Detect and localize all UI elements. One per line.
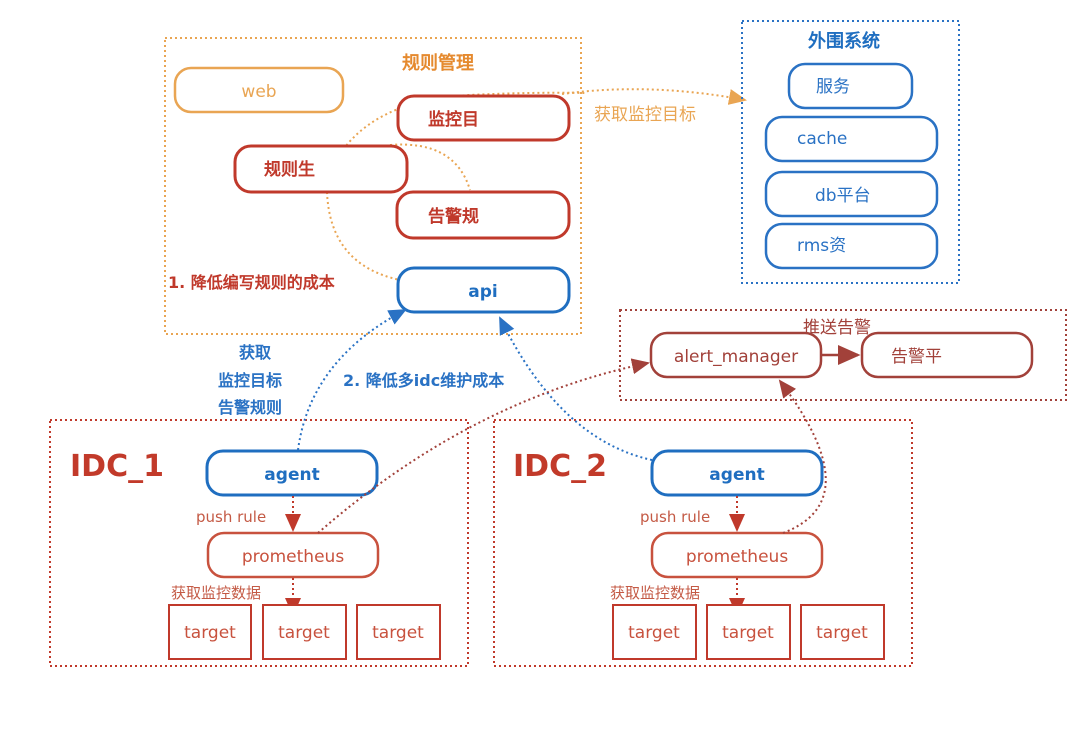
idc2-fetch-label: 获取监控数据 <box>610 584 700 602</box>
svg-text:agent: agent <box>709 465 764 485</box>
svg-text:db平台: db平台 <box>815 186 871 206</box>
idc2-target-2[interactable]: target <box>706 604 791 660</box>
monitor-target-label: 监控目 <box>428 109 479 130</box>
alert-platform-label: 告警平 <box>891 347 942 367</box>
svg-text:target: target <box>278 623 330 643</box>
idc1-target-2[interactable]: target <box>262 604 347 660</box>
idc2-prometheus-node[interactable]: prometheus <box>650 531 824 579</box>
svg-text:服务: 服务 <box>816 77 850 97</box>
rule-gen-label: 规则生 <box>264 159 315 180</box>
svg-text:prometheus: prometheus <box>686 547 789 567</box>
svg-text:target: target <box>184 623 236 643</box>
alert-rule-node[interactable]: 告警规 <box>395 190 571 240</box>
idc1-title: IDC_1 <box>70 449 164 484</box>
idc1-target-3[interactable]: target <box>356 604 441 660</box>
svg-text:agent: agent <box>264 465 319 485</box>
svg-text:cache: cache <box>797 129 847 149</box>
idc1-push-rule-label: push rule <box>196 508 266 526</box>
architecture-diagram: 规则管理 web 监控目 规则生 告警规 api 1. 降低编写规则的成本 获取… <box>49 20 1067 667</box>
web-node[interactable]: web <box>173 66 345 114</box>
svg-text:target: target <box>722 623 774 643</box>
idc2-agent-node[interactable]: agent <box>650 449 824 497</box>
svg-text:prometheus: prometheus <box>242 547 345 567</box>
idc1-target-1[interactable]: target <box>168 604 252 660</box>
rule-management-title: 规则管理 <box>402 52 474 74</box>
external-item-db-platform[interactable]: db平台 <box>764 170 939 218</box>
arrow-fetch-targets <box>561 88 747 105</box>
idc1-agent-node[interactable]: agent <box>205 449 379 497</box>
idc2-target-3[interactable]: target <box>800 604 885 660</box>
alert-platform-node[interactable]: 告警平 <box>860 331 1034 379</box>
monitor-target-node[interactable]: 监控目 <box>396 94 571 142</box>
idc2-push-rule-label: push rule <box>640 508 710 526</box>
external-item-service[interactable]: 服务 <box>787 62 914 110</box>
alert-push-group: 推送告警 alert_manager 告警平 <box>619 309 1067 401</box>
external-systems-title: 外围系统 <box>808 30 880 52</box>
external-item-cache[interactable]: cache <box>764 115 939 163</box>
idc2-target-1[interactable]: target <box>612 604 697 660</box>
alert-manager-label: alert_manager <box>674 347 798 367</box>
agent-fetch-line1: 获取 <box>239 343 271 362</box>
idc1-group: IDC_1 agent push rule prometheus 获取监控数据 … <box>49 419 469 667</box>
idc1-prometheus-node[interactable]: prometheus <box>206 531 380 579</box>
agent-fetch-line3: 告警规则 <box>218 398 282 417</box>
idc1-fetch-label: 获取监控数据 <box>171 584 261 602</box>
svg-text:target: target <box>372 623 424 643</box>
fetch-targets-label: 获取监控目标 <box>594 105 696 125</box>
note-reduce-rule-cost: 1. 降低编写规则的成本 <box>168 273 335 292</box>
alert-rule-label: 告警规 <box>428 206 479 227</box>
svg-text:target: target <box>816 623 868 643</box>
svg-text:target: target <box>628 623 680 643</box>
external-systems-group: 外围系统 服务 cache db平台 rms资 <box>741 20 960 284</box>
api-node[interactable]: api <box>396 266 571 314</box>
svg-text:rms资: rms资 <box>797 236 846 256</box>
external-item-rms[interactable]: rms资 <box>764 222 939 270</box>
idc2-title: IDC_2 <box>513 449 607 484</box>
api-label: api <box>468 282 497 302</box>
agent-fetch-line2: 监控目标 <box>218 371 282 390</box>
rule-gen-node[interactable]: 规则生 <box>233 144 409 194</box>
alert-manager-node[interactable]: alert_manager <box>649 331 823 379</box>
arrow-idc2-agent-to-api <box>499 316 653 461</box>
rule-management-group: 规则管理 web 监控目 规则生 告警规 api 1. 降低编写规则的成本 <box>164 37 586 335</box>
web-label: web <box>241 82 276 102</box>
connector-rulegen-api <box>326 191 401 281</box>
note-reduce-idc-cost: 2. 降低多idc维护成本 <box>343 371 504 390</box>
idc2-group: IDC_2 agent push rule prometheus 获取监控数据 … <box>493 419 913 667</box>
